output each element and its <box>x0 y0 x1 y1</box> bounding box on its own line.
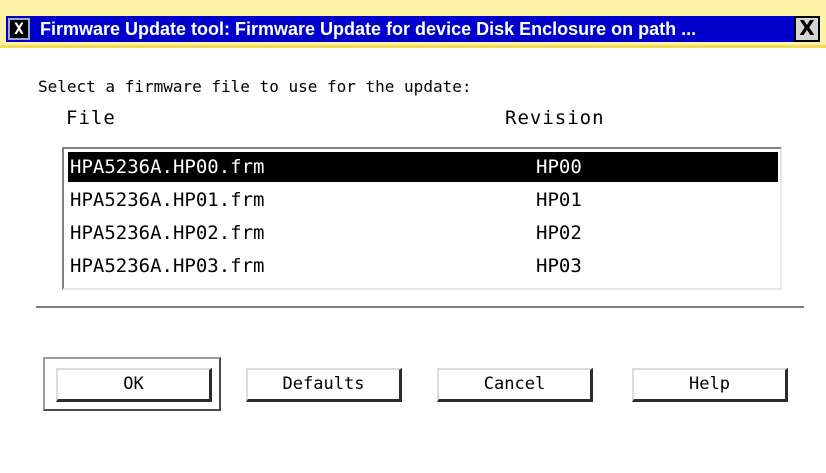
close-button[interactable]: X <box>794 16 820 42</box>
file-name: HPA5236A.HP01.frm <box>70 189 265 211</box>
list-item-hp01[interactable]: HPA5236A.HP01.frm HP01 <box>68 185 778 215</box>
window-title: Firmware Update tool: Firmware Update fo… <box>40 19 697 39</box>
cancel-button[interactable]: Cancel <box>437 368 593 402</box>
firmware-update-dialog: X Firmware Update tool: Firmware Update … <box>0 0 826 473</box>
window-menu-icon[interactable]: X <box>8 18 30 40</box>
instruction-label: Select a firmware file to use for the up… <box>38 77 472 96</box>
window-menu-icon-glyph: X <box>14 19 24 38</box>
file-name: HPA5236A.HP00.frm <box>70 156 265 178</box>
separator <box>36 306 804 309</box>
column-header-revision: Revision <box>505 107 605 129</box>
ok-button[interactable]: OK <box>56 368 212 402</box>
firmware-file-list[interactable]: HPA5236A.HP00.frm HP00 HPA5236A.HP01.frm… <box>62 147 782 290</box>
file-name: HPA5236A.HP02.frm <box>70 222 265 244</box>
list-item-hp03[interactable]: HPA5236A.HP03.frm HP03 <box>68 251 778 281</box>
title-bar: X Firmware Update tool: Firmware Update … <box>0 0 826 48</box>
file-name: HPA5236A.HP03.frm <box>70 255 265 277</box>
defaults-button[interactable]: Defaults <box>246 368 402 402</box>
column-header-file: File <box>66 107 116 129</box>
list-item-hp02[interactable]: HPA5236A.HP02.frm HP02 <box>68 218 778 248</box>
file-revision: HP02 <box>536 222 582 244</box>
file-revision: HP00 <box>536 156 582 178</box>
title-bar-active[interactable]: X Firmware Update tool: Firmware Update … <box>6 16 820 42</box>
file-revision: HP03 <box>536 255 582 277</box>
file-revision: HP01 <box>536 189 582 211</box>
list-item-hp00[interactable]: HPA5236A.HP00.frm HP00 <box>68 152 778 182</box>
help-button[interactable]: Help <box>632 368 788 402</box>
